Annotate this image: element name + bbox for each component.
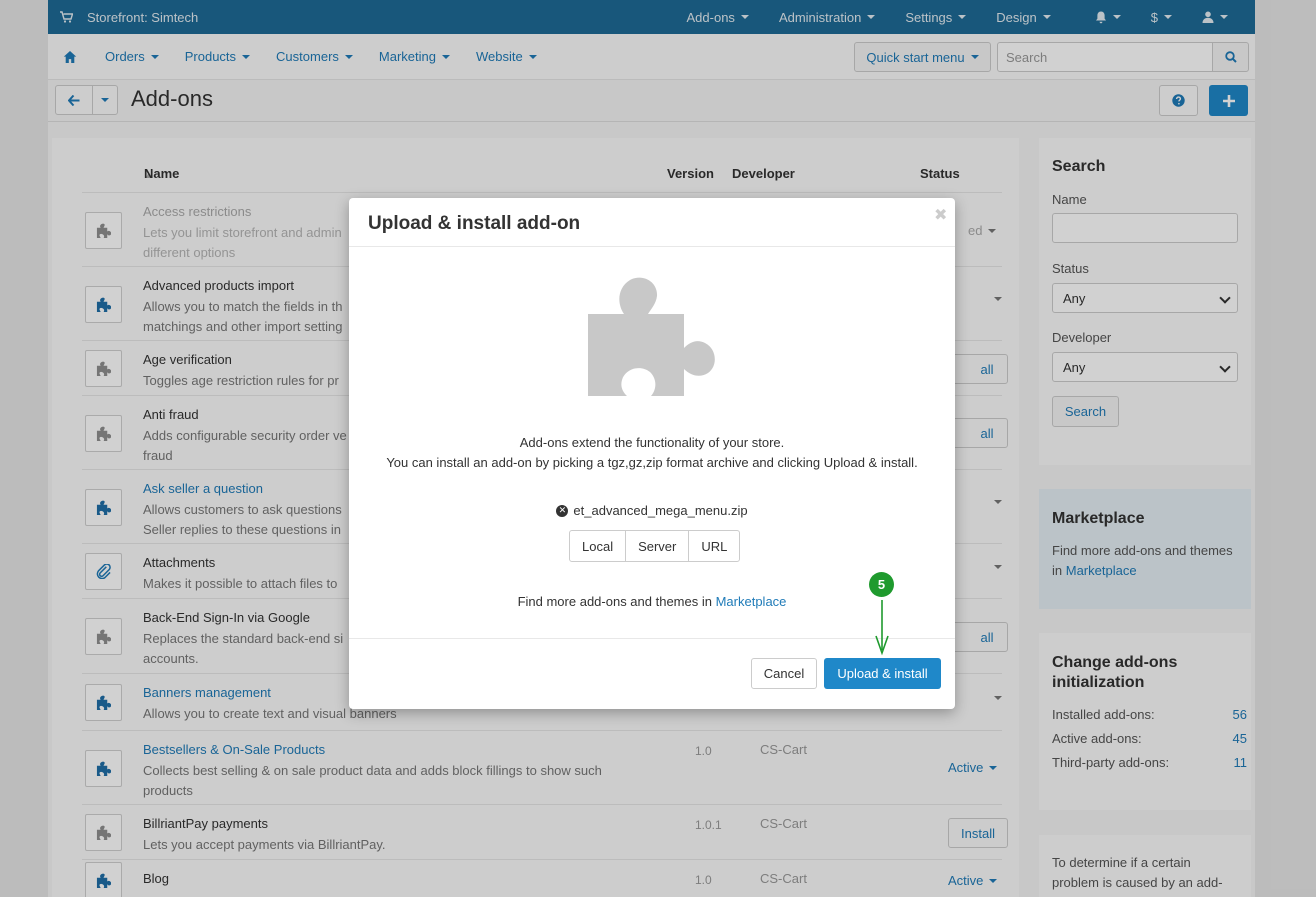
cancel-button[interactable]: Cancel [751,658,817,689]
upload-addon-dialog: Upload & install add-on ✖ Add-ons extend… [349,198,955,709]
upload-install-button[interactable]: Upload & install [824,658,941,689]
source-server-button[interactable]: Server [626,531,690,561]
dialog-description-2: You can install an add-on by picking a t… [386,455,918,470]
dialog-footer-divider [349,638,955,639]
puzzle-piece-icon [588,277,715,396]
file-source-selector: Local Server URL [569,530,741,562]
remove-file-icon[interactable]: ✕ [556,504,569,517]
source-url-button[interactable]: URL [689,531,739,561]
close-icon[interactable]: ✖ [934,205,947,225]
dialog-marketplace-link[interactable]: Marketplace [716,594,787,609]
selected-file-name: et_advanced_mega_menu.zip [573,503,748,518]
step-marker: 5 [869,572,894,597]
dialog-marketplace-text: Find more add-ons and themes in Marketpl… [517,594,787,609]
dialog-header-divider [349,246,955,247]
dialog-title: Upload & install add-on [368,213,581,234]
dialog-description-1: Add-ons extend the functionality of your… [519,435,785,450]
arrow-down-icon [875,600,889,656]
selected-file: ✕ et_advanced_mega_menu.zip [349,503,955,518]
source-local-button[interactable]: Local [570,531,627,561]
